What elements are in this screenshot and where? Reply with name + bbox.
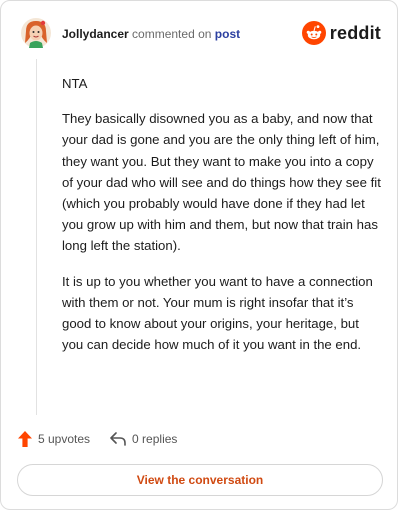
reddit-logo[interactable]: reddit — [301, 21, 381, 45]
reddit-icon — [301, 21, 326, 45]
view-conversation-button[interactable]: View the conversation — [17, 464, 383, 496]
comment-body: NTA They basically disowned you as a bab… — [62, 73, 382, 369]
upvotes-label: 5 upvotes — [38, 432, 91, 446]
action-text: commented on — [132, 27, 212, 41]
logo-text: reddit — [329, 22, 381, 43]
thread-line — [36, 59, 37, 415]
username[interactable]: Jollydancer — [62, 27, 129, 41]
comment-paragraph: NTA — [62, 76, 88, 91]
upvotes-stat[interactable]: 5 upvotes — [18, 431, 90, 447]
replies-stat[interactable]: 0 replies — [110, 432, 177, 446]
comment-header: Jollydancer commented on post reddit — [20, 17, 381, 51]
comment-footer: 5 upvotes 0 replies — [18, 429, 177, 449]
post-link[interactable]: post — [215, 27, 240, 41]
avatar-icon[interactable] — [20, 17, 52, 49]
comment-meta: Jollydancer commented on post — [62, 27, 240, 41]
comment-card: Jollydancer commented on post reddit NTA… — [0, 0, 398, 510]
reply-arrow-icon — [110, 432, 126, 446]
comment-paragraph: They basically disowned you as a baby, a… — [62, 111, 381, 254]
comment-paragraph: It is up to you whether you want to have… — [62, 273, 373, 353]
replies-label: 0 replies — [132, 432, 178, 446]
upvote-arrow-icon[interactable] — [18, 431, 32, 447]
